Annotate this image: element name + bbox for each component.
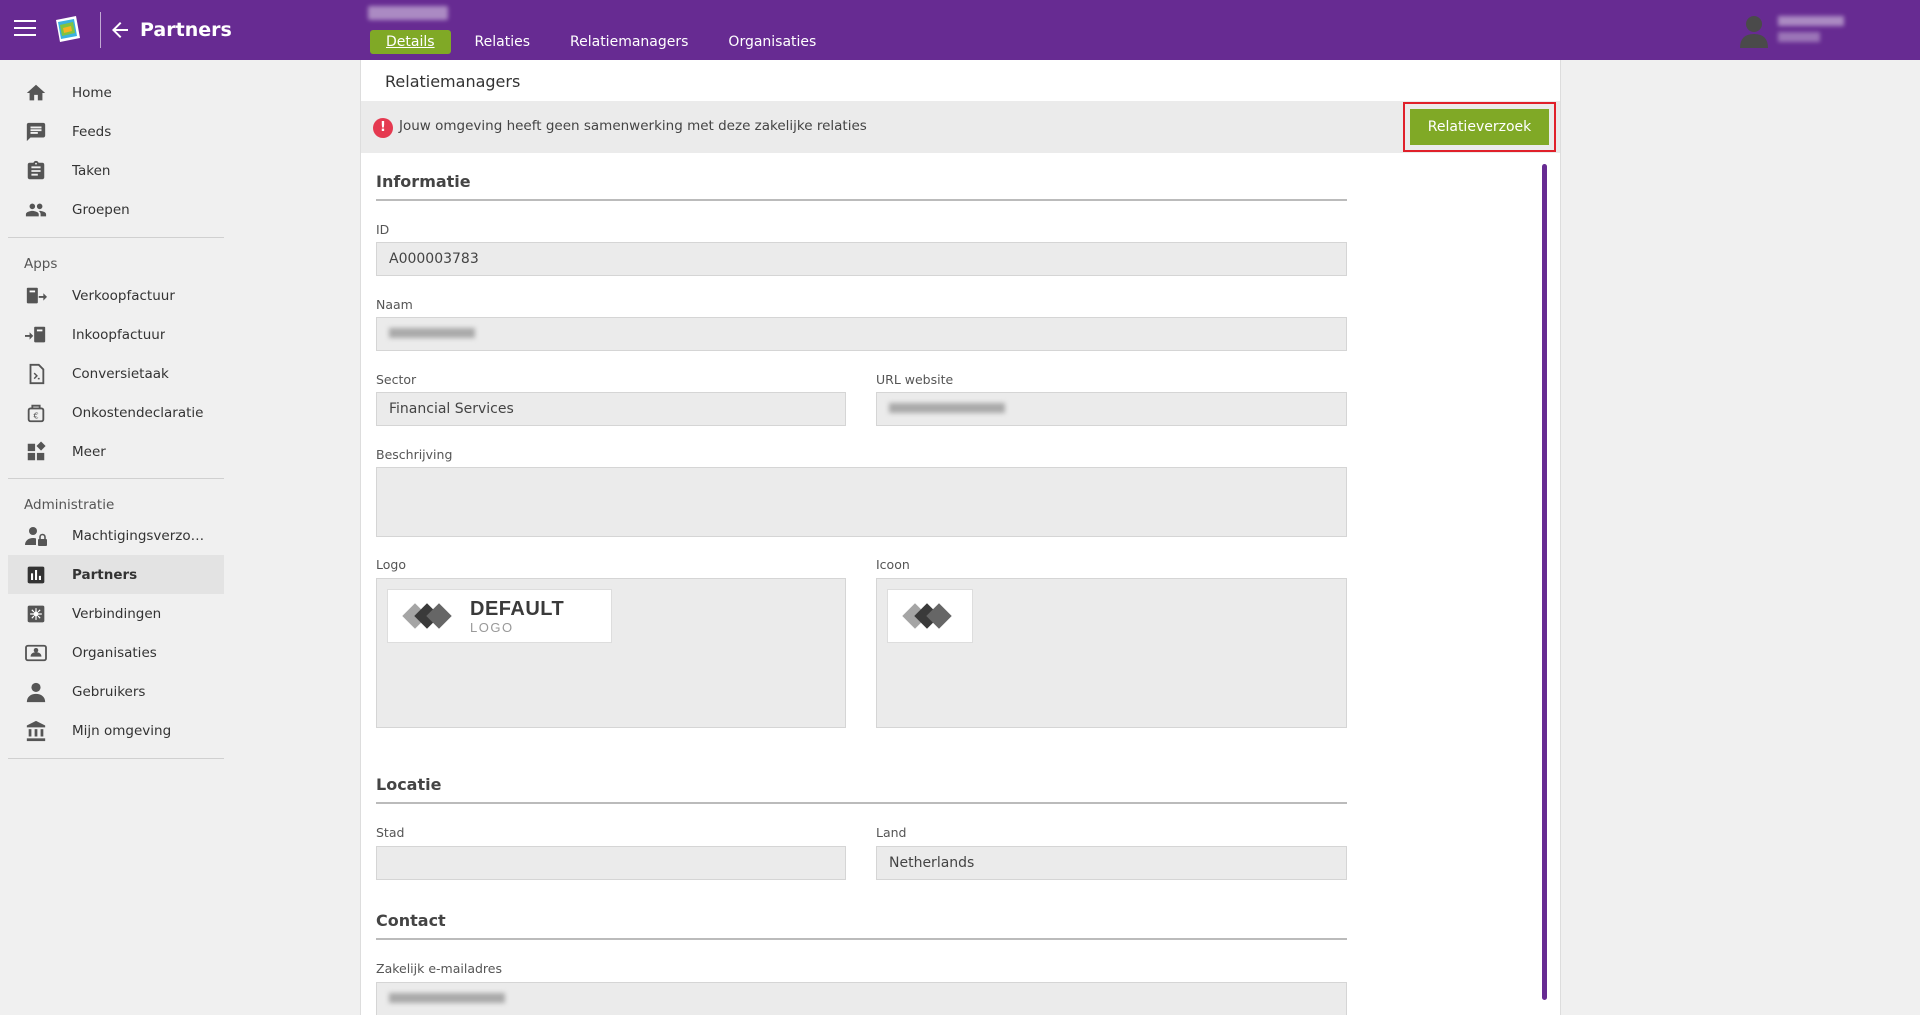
- company-name-redacted: [368, 6, 448, 20]
- sidebar-item-meer[interactable]: Meer: [8, 432, 224, 471]
- app-logo[interactable]: [50, 12, 86, 48]
- feeds-icon: [24, 120, 48, 144]
- page-title: Partners: [140, 19, 232, 41]
- sidebar-item-groepen[interactable]: Groepen: [8, 190, 224, 229]
- redacted-value: [389, 993, 505, 1003]
- default-icon-card: [887, 589, 973, 643]
- default-logo-text: DEFAULT: [470, 598, 565, 620]
- organizations-icon: [24, 641, 48, 665]
- land-label: Land: [876, 825, 907, 840]
- alert-bar: ! Jouw omgeving heeft geen samenwerking …: [361, 101, 1560, 153]
- groups-icon: [24, 198, 48, 222]
- redacted-value: [889, 403, 1005, 413]
- tab-relaties[interactable]: Relaties: [459, 30, 546, 54]
- logo-label: Logo: [376, 557, 406, 572]
- sidebar-item-onkostendeclaratie[interactable]: € Onkostendeclaratie: [8, 393, 224, 432]
- purchase-invoice-icon: [24, 323, 48, 347]
- user-role-redacted: [1778, 32, 1820, 42]
- main-panel: Relatiemanagers ! Jouw omgeving heeft ge…: [360, 60, 1561, 1015]
- stad-field[interactable]: [376, 846, 846, 880]
- sidebar-item-verkoopfactuur[interactable]: Verkoopfactuur: [8, 276, 224, 315]
- id-field[interactable]: A000003783: [376, 242, 1347, 276]
- default-logo-icon: [902, 603, 952, 629]
- beschrijving-field[interactable]: [376, 467, 1347, 537]
- section-divider: [376, 199, 1347, 201]
- more-apps-icon: [24, 440, 48, 464]
- user-name-redacted: [1778, 16, 1844, 26]
- sidebar-item-gebruikers[interactable]: Gebruikers: [8, 672, 224, 711]
- redacted-value: [389, 328, 475, 338]
- sidebar-divider: [8, 478, 224, 479]
- back-arrow-icon[interactable]: [108, 18, 132, 42]
- naam-label: Naam: [376, 297, 413, 312]
- expense-claim-icon: €: [24, 401, 48, 425]
- section-title-contact: Contact: [376, 911, 446, 930]
- hamburger-menu-icon[interactable]: [14, 20, 36, 38]
- svg-text:€: €: [33, 410, 38, 420]
- sidebar-item-feeds[interactable]: Feeds: [8, 112, 224, 151]
- section-title-informatie: Informatie: [376, 172, 471, 191]
- land-field[interactable]: Netherlands: [876, 846, 1347, 880]
- sector-field[interactable]: Financial Services: [376, 392, 846, 426]
- sidebar-item-home[interactable]: Home: [8, 73, 224, 112]
- naam-field[interactable]: [376, 317, 1347, 351]
- sidebar-item-verbindingen[interactable]: Verbindingen: [8, 594, 224, 633]
- conversion-task-icon: [24, 362, 48, 386]
- users-icon: [24, 680, 48, 704]
- sidebar-item-organisaties[interactable]: Organisaties: [8, 633, 224, 672]
- authorization-request-icon: [24, 524, 48, 548]
- tab-bar: Details Relaties Relatiemanagers Organis…: [370, 30, 832, 54]
- section-divider: [376, 938, 1347, 940]
- sidebar-divider: [8, 758, 224, 759]
- sidebar-item-partners[interactable]: Partners: [8, 555, 224, 594]
- partners-icon: [24, 563, 48, 587]
- my-environment-icon: [24, 719, 48, 743]
- sidebar-item-mijn-omgeving[interactable]: Mijn omgeving: [8, 711, 224, 750]
- home-icon: [24, 81, 48, 105]
- tab-details[interactable]: Details: [370, 30, 451, 54]
- panel-title: Relatiemanagers: [385, 72, 521, 91]
- section-divider: [376, 802, 1347, 804]
- relatieverzoek-button[interactable]: Relatieverzoek: [1410, 109, 1549, 145]
- admin-section-label: Administratie: [24, 497, 115, 513]
- sidebar-item-conversietaak[interactable]: Conversietaak: [8, 354, 224, 393]
- sidebar-item-inkoopfactuur[interactable]: Inkoopfactuur: [8, 315, 224, 354]
- url-website-label: URL website: [876, 372, 954, 387]
- sales-invoice-icon: [24, 284, 48, 308]
- sidebar-divider: [8, 237, 224, 238]
- url-website-field[interactable]: [876, 392, 1347, 426]
- beschrijving-label: Beschrijving: [376, 447, 453, 462]
- sidebar-item-taken[interactable]: Taken: [8, 151, 224, 190]
- alert-text: Jouw omgeving heeft geen samenwerking me…: [399, 118, 867, 134]
- user-avatar-icon: [1740, 16, 1768, 48]
- tab-relatiemanagers[interactable]: Relatiemanagers: [554, 30, 704, 54]
- sector-label: Sector: [376, 372, 417, 387]
- header-divider: [100, 12, 101, 48]
- email-field[interactable]: [376, 982, 1347, 1015]
- top-bar: Partners Details Relaties Relatiemanager…: [0, 0, 1920, 60]
- section-title-locatie: Locatie: [376, 775, 442, 794]
- tab-organisaties[interactable]: Organisaties: [712, 30, 832, 54]
- alert-icon: !: [373, 118, 393, 138]
- tasks-icon: [24, 159, 48, 183]
- default-logo-icon: [402, 603, 452, 629]
- stad-label: Stad: [376, 825, 405, 840]
- sidebar: Home Feeds Taken Groepen Apps Verkoopfac…: [0, 60, 230, 1015]
- sidebar-item-machtigingsverzoek[interactable]: Machtigingsverzoek...: [8, 516, 224, 555]
- connections-icon: [24, 602, 48, 626]
- email-label: Zakelijk e-mailadres: [376, 961, 502, 976]
- default-logo-subtext: LOGO: [470, 620, 514, 635]
- scrollbar-thumb[interactable]: [1542, 164, 1547, 1000]
- logo-field[interactable]: DEFAULT LOGO: [376, 578, 846, 728]
- default-logo-card: DEFAULT LOGO: [387, 589, 612, 643]
- icoon-field[interactable]: [876, 578, 1347, 728]
- apps-section-label: Apps: [24, 256, 58, 272]
- icoon-label: Icoon: [876, 557, 910, 572]
- id-label: ID: [376, 222, 390, 237]
